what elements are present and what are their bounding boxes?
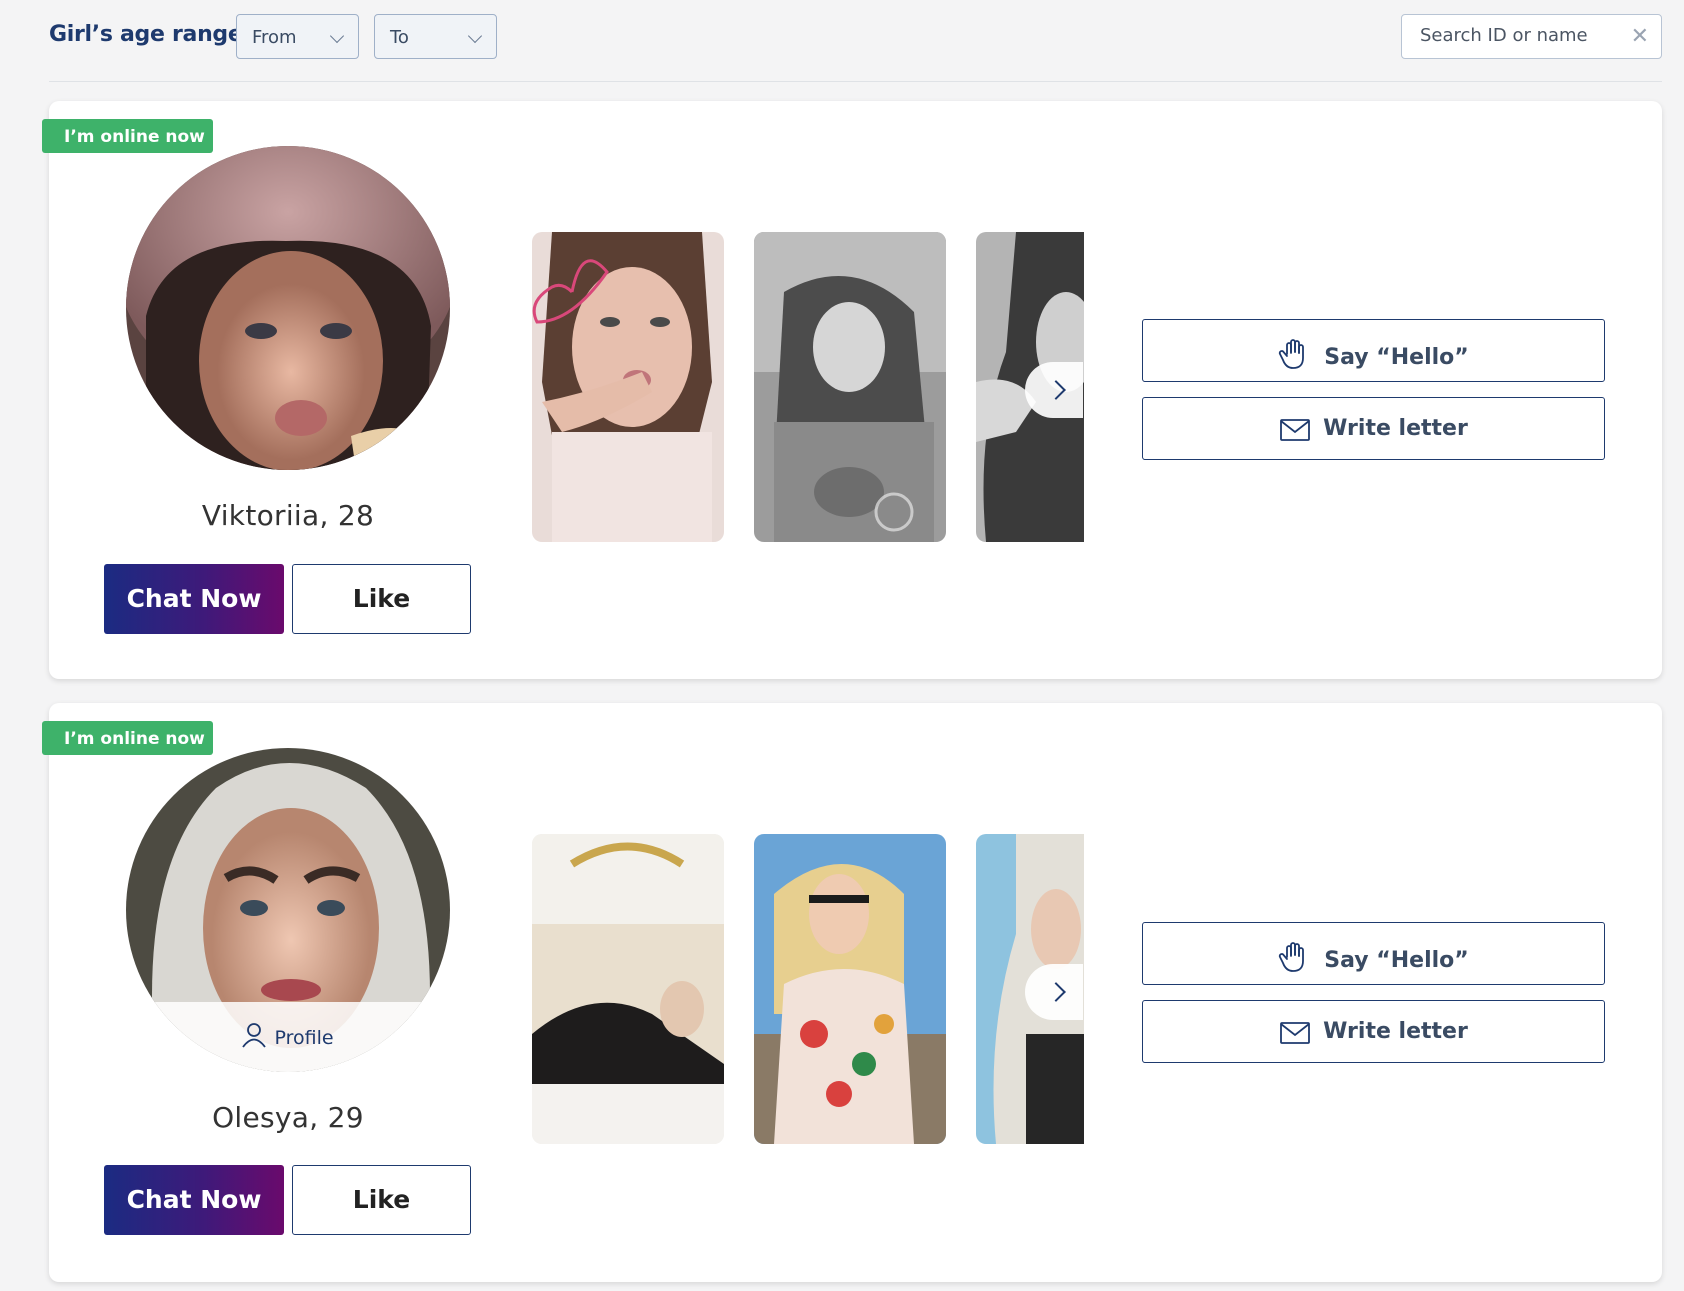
avatar[interactable]: Profile: [126, 748, 450, 1072]
chevron-right-icon[interactable]: [1025, 362, 1083, 418]
search-placeholder: Search ID or name: [1420, 25, 1588, 46]
close-icon[interactable]: ✕: [1631, 24, 1649, 49]
chevron-right-icon[interactable]: [1025, 964, 1083, 1020]
person-icon: [242, 1022, 267, 1053]
write-letter-label: Write letter: [1323, 1019, 1468, 1044]
write-letter-button[interactable]: Write letter: [1142, 397, 1605, 460]
chevron-down-icon: [329, 28, 345, 44]
envelope-icon: [1279, 1020, 1311, 1052]
chat-now-button[interactable]: Chat Now: [104, 564, 284, 634]
divider: [49, 81, 1662, 82]
chevron-down-icon: [467, 28, 483, 44]
say-hello-label: Say “Hello”: [1324, 345, 1469, 370]
online-badge: I’m online now: [42, 119, 213, 153]
envelope-icon: [1279, 417, 1311, 449]
age-range-label: Girl’s age range: [49, 22, 243, 47]
write-letter-label: Write letter: [1323, 416, 1468, 441]
like-button[interactable]: Like: [292, 564, 471, 634]
profile-link[interactable]: Profile: [126, 1002, 450, 1072]
chat-now-button[interactable]: Chat Now: [104, 1165, 284, 1235]
say-hello-label: Say “Hello”: [1324, 948, 1469, 973]
filter-bar: Girl’s age range From To Search ID or na…: [0, 0, 1684, 82]
age-from-value: From: [252, 27, 297, 48]
online-badge: I’m online now: [42, 721, 213, 755]
gallery-photo[interactable]: [532, 834, 724, 1144]
say-hello-button[interactable]: Say “Hello”: [1142, 319, 1605, 382]
write-letter-button[interactable]: Write letter: [1142, 1000, 1605, 1063]
search-input[interactable]: Search ID or name ✕: [1401, 14, 1662, 59]
age-to-value: To: [390, 27, 409, 48]
age-to-select[interactable]: To: [374, 14, 497, 59]
profile-card: I’m online now Profile Olesya, 29 Chat N…: [42, 703, 1662, 1282]
gallery-photo[interactable]: [532, 232, 724, 542]
gallery-photo[interactable]: [754, 834, 946, 1144]
profile-link-label: Profile: [274, 1027, 334, 1049]
say-hello-button[interactable]: Say “Hello”: [1142, 922, 1605, 985]
wave-hand-icon: [1278, 941, 1312, 981]
profile-name: Olesya, 29: [212, 1101, 364, 1134]
gallery-photo[interactable]: [754, 232, 946, 542]
profile-card: I’m online now Viktoriia, 28 Chat Now Li…: [42, 101, 1662, 679]
wave-hand-icon: [1278, 338, 1312, 378]
avatar[interactable]: [126, 146, 450, 470]
age-from-select[interactable]: From: [236, 14, 359, 59]
profile-name: Viktoriia, 28: [201, 499, 375, 532]
like-button[interactable]: Like: [292, 1165, 471, 1235]
